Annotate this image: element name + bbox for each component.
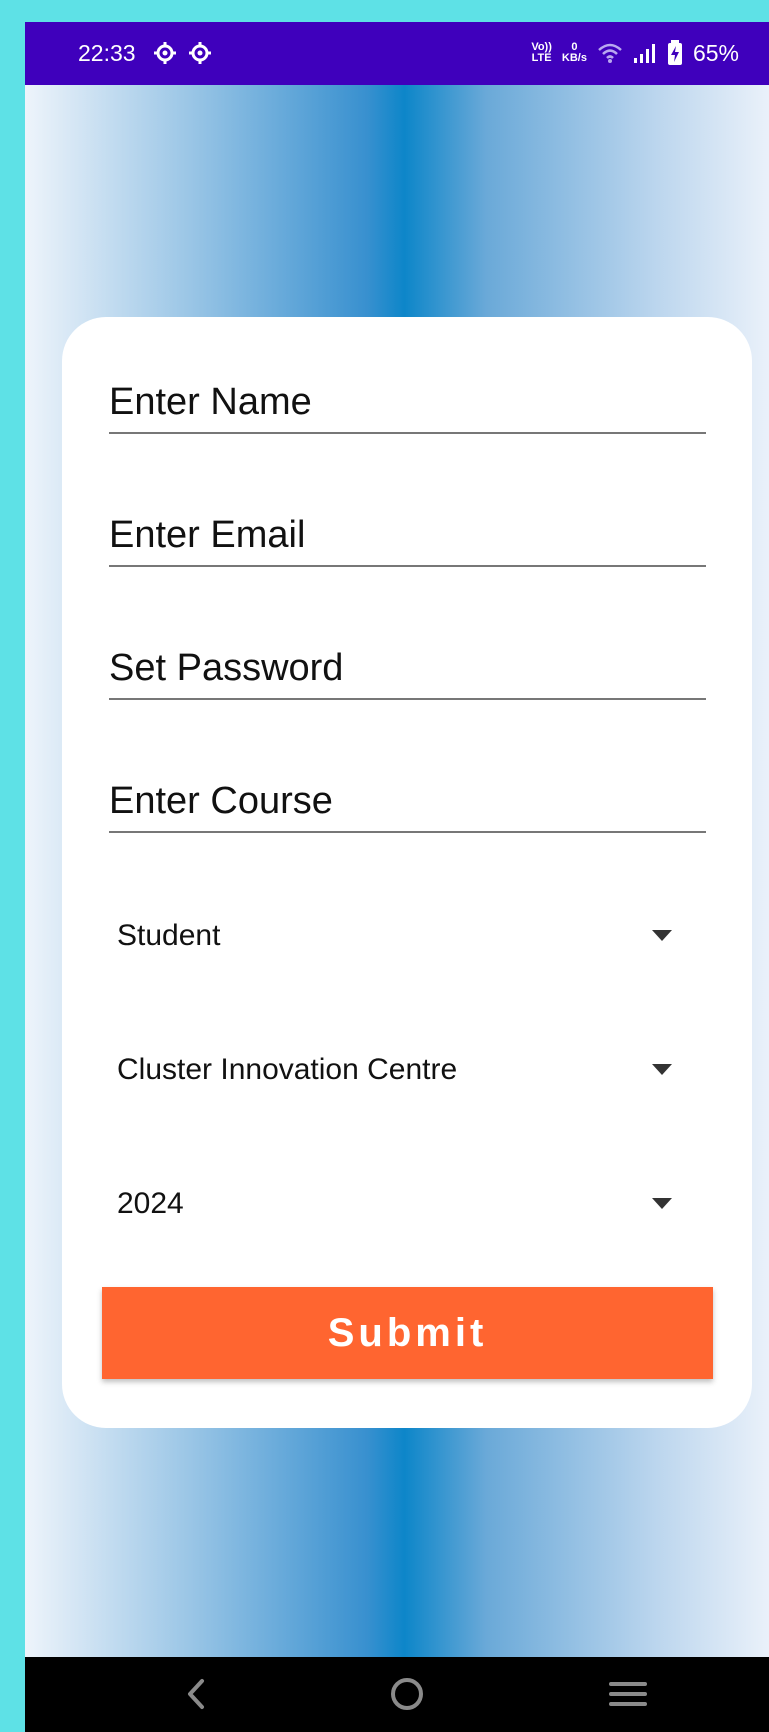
app-background: Enter Name Enter Email Set Password Ente… (25, 85, 769, 1679)
course-input[interactable]: Enter Course (109, 771, 706, 833)
password-input-placeholder: Set Password (109, 647, 344, 689)
navigation-bar (25, 1657, 769, 1732)
gear-icon (189, 42, 211, 64)
name-input[interactable]: Enter Name (109, 372, 706, 434)
status-time: 22:33 (78, 40, 136, 66)
status-bar: 22:33 Vo)) LTE 0 KB/s 65% (25, 22, 769, 85)
password-input[interactable]: Set Password (109, 638, 706, 700)
name-input-placeholder: Enter Name (109, 381, 312, 423)
email-input[interactable]: Enter Email (109, 505, 706, 567)
registration-card: Enter Name Enter Email Set Password Ente… (62, 317, 752, 1428)
home-icon[interactable] (377, 1669, 437, 1719)
network-speed: 0 KB/s (561, 41, 587, 64)
phone-screen: 22:33 Vo)) LTE 0 KB/s 65% Enter Name Ent… (25, 22, 769, 1732)
year-dropdown[interactable]: 2024 (117, 1173, 700, 1233)
menu-icon[interactable] (598, 1669, 658, 1719)
dropdown-arrow-icon (652, 930, 672, 941)
college-dropdown[interactable]: Cluster Innovation Centre (117, 1039, 700, 1099)
volte-indicator: Vo)) LTE (531, 41, 552, 64)
wifi-icon (598, 43, 622, 63)
dropdown-arrow-icon (652, 1064, 672, 1075)
back-icon[interactable] (166, 1669, 226, 1719)
gear-icon (154, 42, 176, 64)
status-indicators: Vo)) LTE 0 KB/s 65% (531, 36, 739, 70)
battery-charging-icon (667, 40, 682, 65)
role-dropdown[interactable]: Student (117, 905, 700, 965)
college-dropdown-value: Cluster Innovation Centre (117, 1053, 458, 1086)
email-input-placeholder: Enter Email (109, 514, 306, 556)
signal-icon (633, 44, 655, 63)
battery-percent: 65% (692, 39, 739, 66)
course-input-placeholder: Enter Course (109, 780, 333, 822)
role-dropdown-value: Student (117, 919, 221, 952)
submit-button[interactable]: Submit (102, 1287, 713, 1379)
dropdown-arrow-icon (652, 1198, 672, 1209)
year-dropdown-value: 2024 (117, 1187, 184, 1220)
